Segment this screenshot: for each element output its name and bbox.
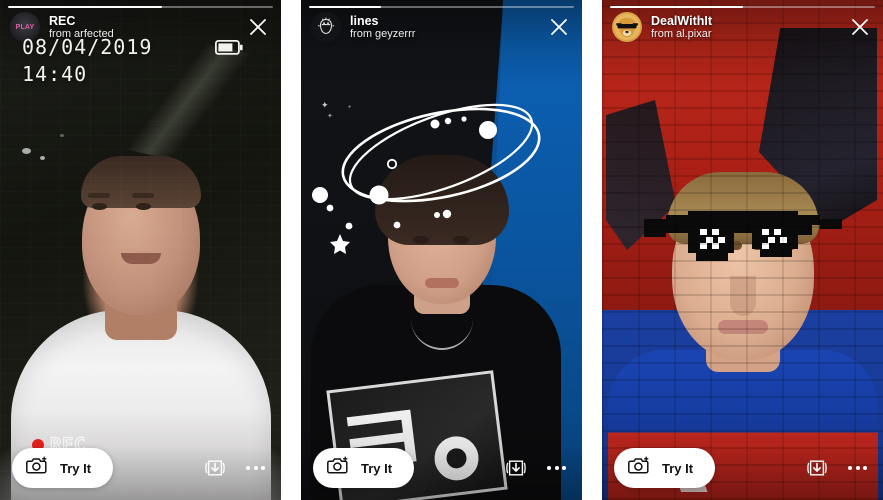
neck [705,322,780,372]
effect-author: from al.pixar [651,27,712,40]
camera-feed-blue-wall: ✦ ✦ ● [301,0,582,500]
more-options-icon[interactable] [848,466,867,470]
nose [729,276,756,316]
close-icon[interactable] [546,14,572,40]
face [81,163,200,315]
effect-titles: lines from geyzerrr [350,14,415,40]
eye-left [413,236,429,244]
story-progress-bar[interactable] [610,6,875,8]
sparkle-icon: ✦ [321,100,329,110]
bottom-bar-actions [505,457,570,479]
download-icon[interactable] [204,457,226,479]
wall-fleck [22,148,31,154]
story-header: DealWithIt from al.pixar [612,12,873,42]
try-it-button[interactable]: Try It [614,448,716,488]
bottom-bar-actions [204,457,269,479]
more-options-icon[interactable] [547,466,566,470]
wall-fleck [60,134,64,137]
effect-titles: DealWithIt from al.pixar [651,14,712,40]
close-icon[interactable] [245,14,271,40]
hair [374,155,509,245]
download-icon[interactable] [806,457,828,479]
battery-icon [214,39,243,60]
doge-sunglasses-avatar[interactable] [612,12,642,42]
eyebrow-left [87,193,110,198]
face [671,182,814,360]
eye-left [91,203,107,210]
mouth [717,320,768,334]
story-header: lines from geyzerrr [311,12,572,42]
deal-with-it-sunglasses-icon [643,209,842,274]
wall-fleck [40,156,45,160]
sparkle-icon: ✦ [327,113,333,120]
story-preview-gallery: PLAY REC from arfected 08/04/2019 14:40 [0,0,883,500]
sparkle-icon: ● [348,104,352,110]
camera-feed-graffiti-wall [602,0,883,500]
effect-name: DealWithIt [651,13,712,28]
overlay-date-text: 08/04/2019 [22,35,153,59]
try-it-label: Try It [60,460,92,476]
eye-right [135,203,151,210]
try-it-label: Try It [361,460,393,476]
hair [80,156,201,208]
story-panel-dealwithit[interactable]: DealWithIt from al.pixar Try It [602,0,883,500]
effect-author: from geyzerrr [350,27,416,40]
try-it-button[interactable]: Try It [313,448,415,488]
story-progress-bar[interactable] [8,6,273,8]
effect-name: lines [350,13,379,28]
camera-icon [628,456,650,480]
overlay-time-text: 14:40 [22,62,88,86]
eyebrow-right [131,193,154,198]
person-subject [602,140,883,500]
eyebrow-right [752,241,796,250]
camera-icon [26,456,48,480]
try-it-label: Try It [662,460,694,476]
bottom-bar-actions [806,457,871,479]
story-panel-rec[interactable]: PLAY REC from arfected 08/04/2019 14:40 [0,0,281,500]
story-progress-fill [8,6,162,8]
ellipsis-dots [848,466,867,470]
mouth [120,253,161,264]
graffiti-dark-patch [606,100,676,250]
camcorder-timestamp-overlay: 08/04/2019 14:40 [22,34,152,88]
story-panel-lines[interactable]: ✦ ✦ ● lines from geyzerrr Try It [301,0,582,500]
try-it-button[interactable]: Try It [12,448,114,488]
download-icon[interactable] [505,457,527,479]
story-bottom-bar: Try It [614,448,871,488]
graffiti-dark-patch [759,28,877,228]
effect-name: REC [49,13,76,28]
avatar-label: PLAY [15,23,35,31]
close-icon[interactable] [847,14,873,40]
mouth [424,278,459,288]
story-progress-fill [610,6,743,8]
story-bottom-bar: Try It [313,448,570,488]
ellipsis-dots [246,466,265,470]
ellipsis-dots [547,466,566,470]
story-progress-fill [309,6,381,8]
neck [104,280,177,340]
more-options-icon[interactable] [246,466,265,470]
line-face-avatar[interactable] [311,12,341,42]
eyebrow-left [698,241,742,250]
story-bottom-bar: Try It [12,448,269,488]
story-progress-bar[interactable] [309,6,574,8]
camera-icon [327,456,349,480]
eye-right [453,236,469,244]
hair [666,172,819,244]
